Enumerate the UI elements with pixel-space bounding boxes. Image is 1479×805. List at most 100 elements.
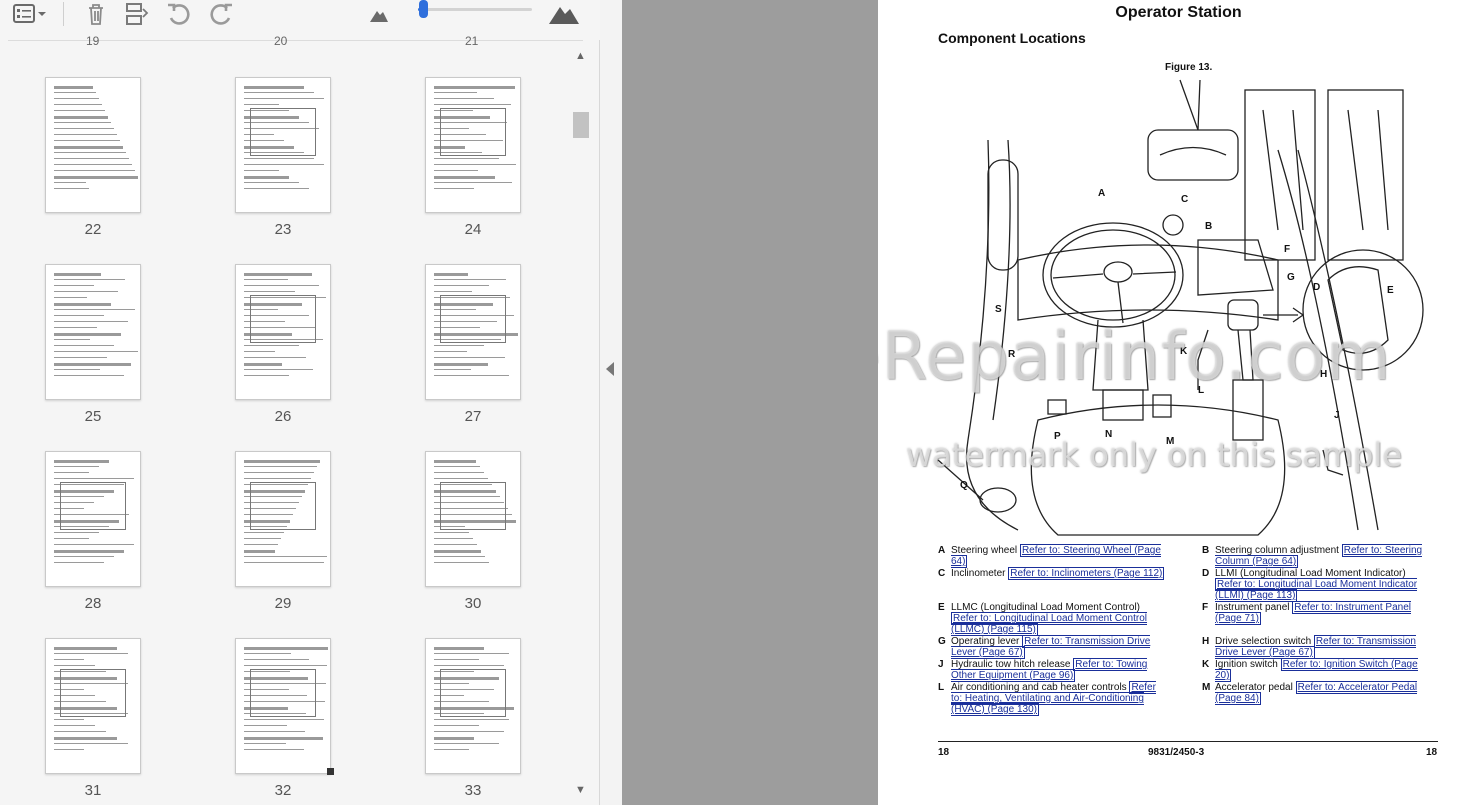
thumbnail-image[interactable] bbox=[45, 77, 141, 213]
thumbnail-image[interactable] bbox=[425, 451, 521, 587]
thumbnail-text-line bbox=[434, 86, 515, 89]
page-number-label: 26 bbox=[274, 408, 292, 425]
thumbnail-image[interactable] bbox=[235, 264, 331, 400]
scroll-up-icon[interactable]: ▲ bbox=[575, 50, 586, 62]
thumbnail-image[interactable] bbox=[235, 77, 331, 213]
legend-description: Steering wheel Refer to: Steering Wheel … bbox=[951, 544, 1166, 568]
legend-description: LLMI (Longitudinal Load Moment Indicator… bbox=[1215, 568, 1430, 602]
thumbnail-text-line bbox=[244, 749, 304, 750]
callout-label: B bbox=[1205, 221, 1212, 232]
thumbnail-figure bbox=[250, 669, 316, 717]
thumbnail-text-line bbox=[244, 550, 275, 553]
page-thumbnail[interactable]: 22 bbox=[45, 77, 141, 238]
page-thumbnail[interactable]: 23 bbox=[235, 77, 331, 238]
page-thumbnail[interactable]: 32 bbox=[235, 638, 331, 799]
thumbnail-figure bbox=[250, 482, 316, 530]
scrollbar-thumb[interactable] bbox=[573, 112, 589, 138]
zoom-slider-handle[interactable] bbox=[418, 0, 428, 18]
figure-label: Figure 13. bbox=[1165, 62, 1213, 73]
thumbnail-text-line bbox=[244, 647, 328, 650]
thumbnail-text-line bbox=[434, 532, 469, 533]
thumbnail-image[interactable] bbox=[45, 264, 141, 400]
thumbnail-text-line bbox=[54, 297, 87, 298]
thumbnail-text-line bbox=[434, 544, 477, 545]
replace-page-button[interactable] bbox=[120, 0, 152, 28]
page-number-label: 33 bbox=[464, 782, 482, 799]
footer-document-number: 9831/2450-3 bbox=[1148, 747, 1205, 758]
thumbnail-text-line bbox=[54, 363, 131, 366]
thumbnail-text-line bbox=[244, 291, 295, 292]
callout-label: Q bbox=[960, 480, 968, 491]
thumbnail-text-line bbox=[244, 188, 309, 189]
cross-reference-link[interactable]: Refer to: Longitudinal Load Moment Indic… bbox=[1215, 578, 1418, 602]
thumbnail-text-line bbox=[54, 279, 125, 280]
thumbnail-image[interactable] bbox=[45, 451, 141, 587]
thumbnail-text-line bbox=[54, 357, 107, 358]
page-thumbnails-panel: 19 20 21 22 23 24 25 26 27 28 29 30 31 32 33 ▲ ▼ bbox=[0, 0, 600, 805]
page-thumbnail[interactable]: 24 bbox=[425, 77, 521, 238]
legend-item: F Instrument panel Refer to: Instrument P… bbox=[1202, 601, 1432, 636]
thumbnail-image[interactable] bbox=[425, 77, 521, 213]
document-backdrop bbox=[622, 0, 878, 805]
legend-description: Ignition switch Refer to: Ignition Switc… bbox=[1215, 658, 1430, 682]
legend-description: Hydraulic tow hitch release Refer to: To… bbox=[951, 658, 1166, 682]
legend-description: Drive selection switch Refer to: Transmi… bbox=[1215, 635, 1430, 659]
thumbnail-text-line bbox=[434, 176, 495, 179]
thumbnail-text-line bbox=[244, 345, 299, 346]
thumbnail-figure bbox=[440, 295, 506, 343]
page-thumbnail[interactable]: 26 bbox=[235, 264, 331, 425]
thumbnail-text-line bbox=[54, 550, 124, 553]
thumbnail-text-line bbox=[434, 363, 488, 366]
thumbnail-image[interactable] bbox=[45, 638, 141, 774]
thumbnail-zoom-slider[interactable] bbox=[418, 0, 532, 18]
small-mountain-icon bbox=[370, 11, 388, 22]
thumbnail-image[interactable] bbox=[425, 264, 521, 400]
thumbnail-text-line bbox=[244, 466, 317, 467]
page-heading: Operator Station bbox=[1115, 4, 1242, 21]
page-number-label: 28 bbox=[84, 595, 102, 612]
thumbnail-text-line bbox=[54, 333, 121, 336]
legend-description: Steering column adjustment Refer to: Ste… bbox=[1215, 544, 1430, 568]
page-thumbnail[interactable]: 28 bbox=[45, 451, 141, 612]
thumbnail-image[interactable] bbox=[235, 451, 331, 587]
page-thumbnail[interactable]: 25 bbox=[45, 264, 141, 425]
page-thumbnail[interactable]: 33 bbox=[425, 638, 521, 799]
page-thumbnail[interactable]: 30 bbox=[425, 451, 521, 612]
thumbnail-text-line bbox=[434, 731, 504, 732]
thumbnail-zoom-in-button[interactable] bbox=[544, 0, 584, 28]
legend-description: Accelerator pedal Refer to: Accelerator … bbox=[1215, 681, 1430, 705]
thumbnail-text-line bbox=[54, 538, 89, 539]
scroll-down-icon[interactable]: ▼ bbox=[575, 784, 586, 796]
rotate-counterclockwise-button[interactable] bbox=[163, 0, 195, 28]
panel-splitter[interactable] bbox=[600, 0, 622, 805]
thumbnail-view-menu-button[interactable] bbox=[6, 0, 54, 28]
thumbnail-text-line bbox=[434, 538, 473, 539]
thumbnail-text-line bbox=[434, 653, 509, 654]
page-thumbnail[interactable]: 29 bbox=[235, 451, 331, 612]
thumbnail-text-line bbox=[434, 719, 509, 720]
legend-description: Inclinometer Refer to: Inclinometers (Pa… bbox=[951, 567, 1166, 580]
thumbnail-text-line bbox=[54, 556, 114, 557]
cross-reference-link[interactable]: Refer to: Longitudinal Load Moment Contr… bbox=[951, 612, 1148, 636]
thumbnail-text-line bbox=[434, 472, 484, 473]
callout-label: A bbox=[1098, 188, 1105, 199]
legend-key: D bbox=[1202, 568, 1210, 579]
thumbnail-text-line bbox=[244, 544, 278, 545]
thumbnail-text-line bbox=[244, 158, 314, 159]
cross-reference-link[interactable]: Refer to: Inclinometers (Page 112) bbox=[1008, 567, 1165, 580]
page-thumbnail[interactable]: 31 bbox=[45, 638, 141, 799]
thumbnail-text-line bbox=[244, 731, 305, 732]
page-thumbnail[interactable]: 27 bbox=[425, 264, 521, 425]
thumbnail-scrollbar[interactable]: ▲ ▼ bbox=[570, 48, 592, 805]
thumbnail-image[interactable] bbox=[425, 638, 521, 774]
thumbnail-text-line bbox=[54, 725, 95, 726]
thumbnail-text-line bbox=[434, 659, 479, 660]
rotate-clockwise-button[interactable] bbox=[205, 0, 237, 28]
thumbnail-image[interactable] bbox=[235, 638, 331, 774]
legend-item: L Air conditioning and cab heater control… bbox=[938, 681, 1168, 716]
collapse-panel-icon[interactable] bbox=[606, 362, 614, 376]
thumbnail-text-line bbox=[54, 86, 93, 89]
thumbnail-text-line bbox=[244, 351, 275, 352]
thumbnail-zoom-out-button[interactable] bbox=[364, 0, 394, 28]
delete-page-button[interactable] bbox=[80, 0, 112, 28]
